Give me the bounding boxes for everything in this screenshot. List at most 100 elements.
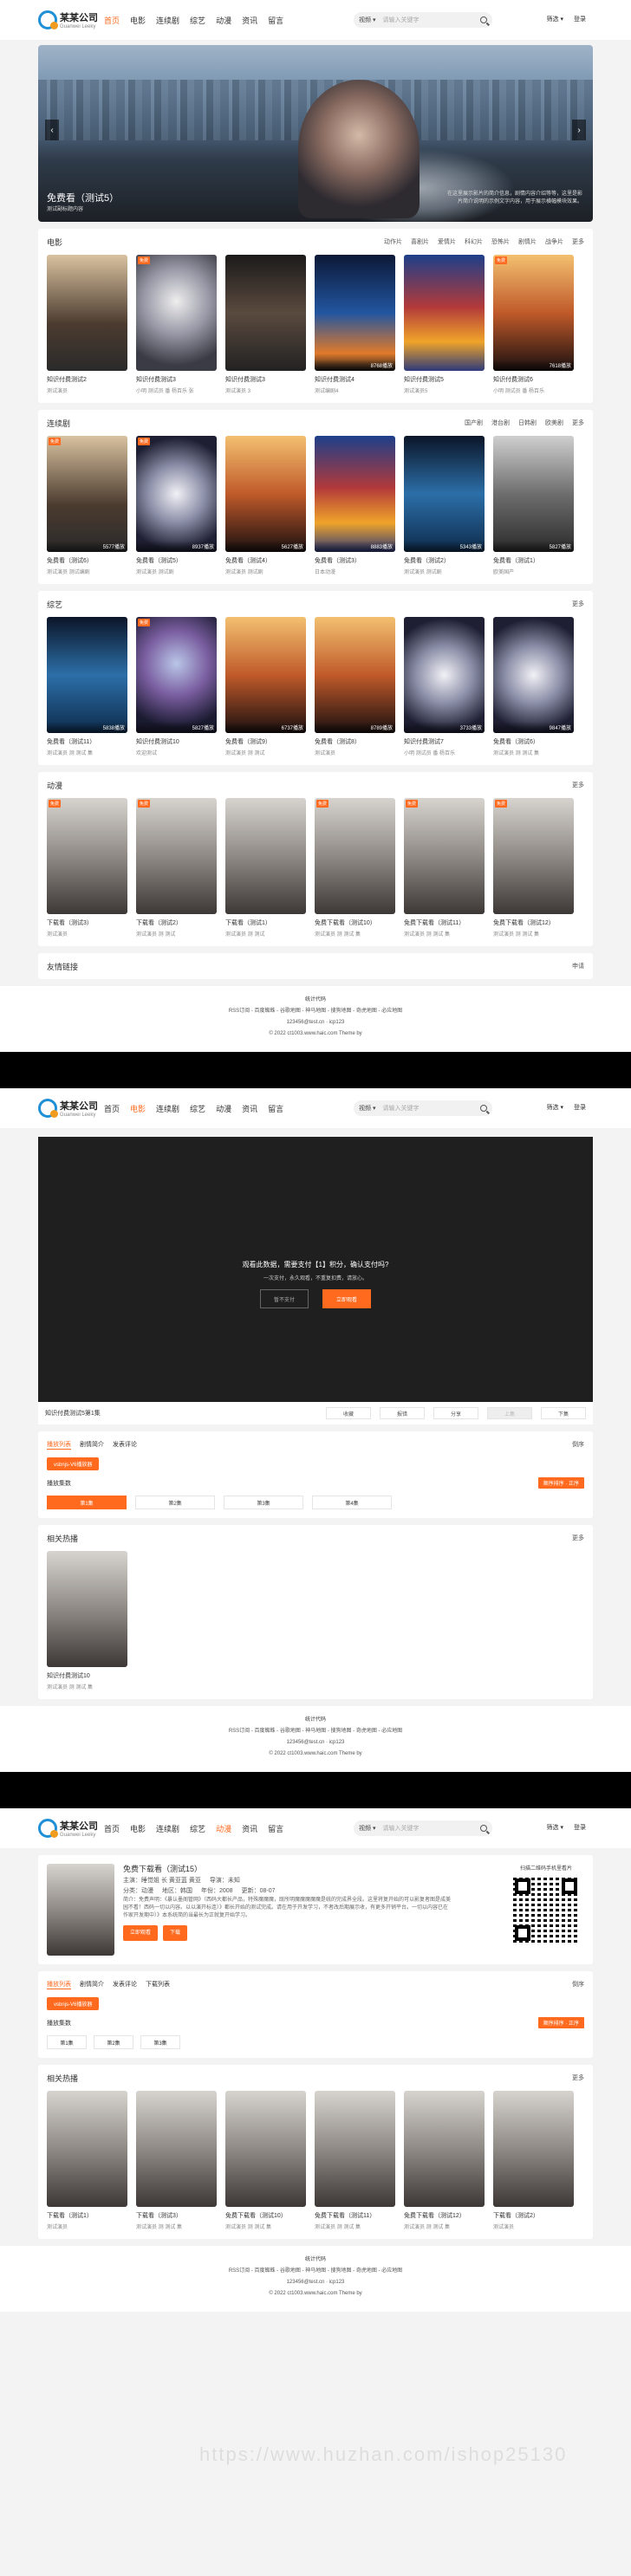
- toolbar-button[interactable]: 报错: [380, 1407, 425, 1419]
- episode-button[interactable]: 第3集: [140, 2035, 180, 2049]
- nav-item[interactable]: 动漫: [216, 1823, 231, 1834]
- video-poster[interactable]: [47, 2091, 127, 2207]
- search-icon[interactable]: [480, 1825, 487, 1832]
- more-link[interactable]: 更多: [572, 1534, 584, 1542]
- search-input[interactable]: 请输入关键字: [382, 16, 480, 24]
- video-card[interactable]: 下载看（测试1） 测试演员 测 测试: [225, 798, 306, 938]
- video-card[interactable]: 免费下载看（测试11） 测试演员 测 测试 集: [315, 2091, 395, 2230]
- video-card[interactable]: 知识付费测试3 测试演员 3: [225, 255, 306, 394]
- video-card[interactable]: 8768播放 知识付费测试4 测试编剧4: [315, 255, 395, 394]
- video-title[interactable]: 下载看（测试1）: [225, 918, 306, 927]
- order-link[interactable]: 倒序: [572, 1440, 584, 1449]
- nav-item[interactable]: 首页: [104, 15, 120, 26]
- apply-link[interactable]: 申请: [572, 962, 584, 970]
- nav-item[interactable]: 首页: [104, 1823, 120, 1834]
- video-title[interactable]: 知识付费测试3: [225, 375, 306, 384]
- video-card[interactable]: 6737播放 免费看（测试9） 测试演员 测 测试: [225, 617, 306, 756]
- pay-now-button[interactable]: 立即观看: [322, 1289, 371, 1308]
- nav-item[interactable]: 资讯: [242, 15, 257, 26]
- logo[interactable]: 某某公司 Guanwei Leeky: [38, 1819, 99, 1838]
- logo[interactable]: 某某公司 Guanwei Leeky: [38, 10, 99, 29]
- video-title[interactable]: 知识付费测试10: [47, 1671, 127, 1680]
- video-card[interactable]: 下载看（测试1） 测试演员: [47, 2091, 127, 2230]
- video-poster[interactable]: [225, 2091, 306, 2207]
- video-card[interactable]: 免费下载看（测试10） 测试演员 测 测试 集: [225, 2091, 306, 2230]
- login-link[interactable]: 登录: [574, 1103, 586, 1112]
- video-title[interactable]: 免费看（测试6）: [47, 556, 127, 565]
- nav-item[interactable]: 电影: [130, 1103, 146, 1114]
- nav-item[interactable]: 连续剧: [156, 1103, 179, 1114]
- section-tab[interactable]: 爱情片: [438, 237, 456, 246]
- tab[interactable]: 发表评论: [113, 1440, 137, 1449]
- nav-item[interactable]: 综艺: [190, 15, 205, 26]
- download-button[interactable]: 下载: [163, 1925, 188, 1941]
- video-title[interactable]: 免费下载看（测试11）: [315, 2211, 395, 2220]
- video-title[interactable]: 免费下载看（测试11）: [404, 918, 485, 927]
- nav-item[interactable]: 首页: [104, 1103, 120, 1114]
- hero-banner[interactable]: ‹ › 免费看（测试5） 测试副标题内容 在这里展示影片的简介信息，剧情内容介绍…: [38, 45, 593, 222]
- pay-later-button[interactable]: 暂不支付: [260, 1289, 309, 1308]
- video-card[interactable]: 免费 5577播放 免费看（测试6） 测试演员 测试编剧: [47, 436, 127, 575]
- section-tab[interactable]: 剧情片: [518, 237, 537, 246]
- video-title[interactable]: 下载看（测试1）: [47, 2211, 127, 2220]
- section-tab[interactable]: 国产剧: [465, 419, 483, 427]
- section-tab[interactable]: 喜剧片: [411, 237, 429, 246]
- episode-button[interactable]: 第2集: [135, 1496, 215, 1509]
- video-card[interactable]: 免费 8937播放 免费看（测试5） 测试演员 测试剧: [136, 436, 217, 575]
- toolbar-button[interactable]: 下集: [541, 1407, 586, 1419]
- video-card[interactable]: 下载看（测试3） 测试演员 测 测试 集: [136, 2091, 217, 2230]
- video-title[interactable]: 下载看（测试2）: [493, 2211, 574, 2220]
- login-link[interactable]: 登录: [574, 1823, 586, 1832]
- video-poster[interactable]: 6737播放: [225, 617, 306, 733]
- section-tab[interactable]: 港台剧: [491, 419, 510, 427]
- video-poster[interactable]: [47, 1551, 127, 1667]
- nav-item[interactable]: 留言: [268, 1823, 283, 1834]
- search-icon[interactable]: [480, 1105, 487, 1112]
- video-title[interactable]: 知识付费测试5: [404, 375, 485, 384]
- video-title[interactable]: 知识付费测试6: [493, 375, 574, 384]
- video-card[interactable]: 9847播放 免费看（测试6） 测试演员 测 测试 集: [493, 617, 574, 756]
- search-box[interactable]: 视频 ▾ 请输入关键字: [354, 1100, 492, 1116]
- video-title[interactable]: 免费下载看（测试10）: [315, 918, 395, 927]
- footer-links[interactable]: RSS订阅 - 百度蜘蛛 - 谷歌地图 - 神马地图 - 搜狗地图 - 奇虎地图…: [0, 1726, 631, 1737]
- video-poster[interactable]: [404, 2091, 485, 2207]
- section-tab[interactable]: 更多: [572, 237, 584, 246]
- footer-links[interactable]: RSS订阅 - 百度蜘蛛 - 谷歌地图 - 神马地图 - 搜狗地图 - 奇虎地图…: [0, 1006, 631, 1017]
- video-card[interactable]: 免费 下载看（测试3） 测试演员: [47, 798, 127, 938]
- video-poster[interactable]: [404, 255, 485, 371]
- video-card[interactable]: 5838播放 免费看（测试11） 测试演员 测 测试 集: [47, 617, 127, 756]
- video-card[interactable]: 免费 知识付费测试3 小明 测试员 番 杨百乐 张: [136, 255, 217, 394]
- filter-link[interactable]: 筛选 ▾: [547, 1103, 563, 1112]
- video-poster[interactable]: 5627播放: [225, 436, 306, 552]
- video-card[interactable]: 免费 免费下载看（测试11） 测试演员 测 测试 集: [404, 798, 485, 938]
- video-title[interactable]: 知识付费测试2: [47, 375, 127, 384]
- tab[interactable]: 发表评论: [113, 1980, 137, 1989]
- footer-links[interactable]: RSS订阅 - 百度蜘蛛 - 谷歌地图 - 神马地图 - 搜狗地图 - 奇虎地图…: [0, 2266, 631, 2277]
- search-box[interactable]: 视频 ▾ 请输入关键字: [354, 1820, 492, 1836]
- video-poster[interactable]: 免费: [493, 798, 574, 914]
- video-poster[interactable]: 5343播放: [404, 436, 485, 552]
- video-poster[interactable]: 5838播放: [47, 617, 127, 733]
- video-poster[interactable]: 3733播放: [404, 617, 485, 733]
- episode-button[interactable]: 第4集: [312, 1496, 392, 1509]
- video-title[interactable]: 下载看（测试3）: [47, 918, 127, 927]
- video-card[interactable]: 8883播放 免费看（测试3） 日本动漫: [315, 436, 395, 575]
- toolbar-button[interactable]: 分享: [433, 1407, 478, 1419]
- video-title[interactable]: 下载看（测试2）: [136, 918, 217, 927]
- video-title[interactable]: 知识付费测试3: [136, 375, 217, 384]
- toolbar-button[interactable]: 上集: [487, 1407, 532, 1419]
- tab[interactable]: 剧情简介: [80, 1980, 104, 1989]
- video-poster[interactable]: 8789播放: [315, 617, 395, 733]
- video-card[interactable]: 8789播放 免费看（测试8） 测试演员: [315, 617, 395, 756]
- video-poster[interactable]: 8768播放: [315, 255, 395, 371]
- video-card[interactable]: 知识付费测试10 测试演员 测 测试 集: [47, 1551, 127, 1690]
- episode-button[interactable]: 第3集: [224, 1496, 303, 1509]
- video-card[interactable]: 3733播放 知识付费测试7 小明 测试员 番 杨百乐: [404, 617, 485, 756]
- video-poster[interactable]: 免费 7618播放: [493, 255, 574, 371]
- video-title[interactable]: 知识付费测试4: [315, 375, 395, 384]
- video-card[interactable]: 知识付费测试2 测试演员: [47, 255, 127, 394]
- more-link[interactable]: 更多: [572, 2073, 584, 2082]
- tab[interactable]: 播放列表: [47, 1980, 71, 1989]
- search-type-select[interactable]: 视频 ▾: [359, 1824, 375, 1833]
- section-tab[interactable]: 欧美剧: [545, 419, 563, 427]
